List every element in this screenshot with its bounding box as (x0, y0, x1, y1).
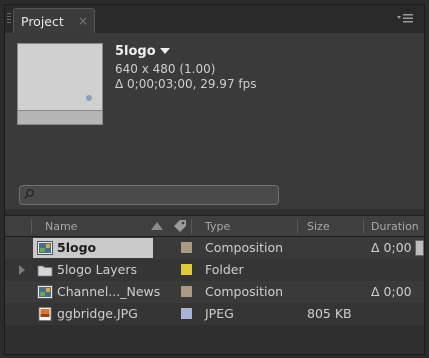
sort-ascending-icon[interactable] (151, 222, 163, 230)
item-size: 805 KB (307, 306, 352, 321)
item-type: Folder (205, 262, 244, 277)
tab-project[interactable]: Project × (13, 8, 95, 33)
info-duration-fps: Δ 0;00;03;00, 29.97 fps (115, 77, 257, 91)
label-color-swatch[interactable] (181, 286, 192, 297)
thumbnail-dot (86, 95, 92, 101)
tab-close-icon[interactable]: × (78, 14, 88, 28)
item-name: Channel..._News (57, 284, 161, 299)
panel-tab-bar: Project × (5, 5, 424, 34)
item-duration: Δ 0;00 (371, 284, 412, 299)
thumbnail-band (18, 110, 102, 124)
composition-icon (37, 285, 53, 299)
item-type: Composition (205, 240, 284, 255)
label-color-swatch[interactable] (181, 242, 192, 253)
composition-icon (37, 241, 53, 255)
search-input[interactable] (19, 185, 279, 205)
item-name: 5logo (57, 240, 97, 255)
column-header-row: Name Type Size Duration (5, 215, 424, 237)
column-header-type[interactable]: Type (205, 220, 230, 233)
item-name-cell[interactable]: ggbridge.JPG (33, 304, 153, 324)
info-item-name[interactable]: 5logo (115, 44, 156, 59)
scrollbar-thumb[interactable] (415, 240, 424, 256)
list-item[interactable]: Channel..._News Composition Δ 0;00 (5, 281, 424, 303)
column-separator (297, 219, 298, 234)
item-type: Composition (205, 284, 284, 299)
search-icon (24, 189, 34, 199)
composition-thumbnail (17, 43, 103, 125)
list-item[interactable]: 5logo Composition Δ 0;00 (5, 237, 424, 259)
label-color-swatch[interactable] (181, 264, 192, 275)
item-name: 5logo Layers (57, 262, 137, 277)
item-name-cell[interactable]: 5logo Layers (33, 260, 153, 280)
list-item[interactable]: ggbridge.JPG JPEG 805 KB (5, 303, 424, 325)
panel-menu-icon[interactable] (396, 12, 414, 26)
column-separator (363, 219, 364, 234)
item-info-area: 5logo 640 x 480 (1.00) Δ 0;00;03;00, 29.… (5, 33, 424, 209)
info-dimensions: 640 x 480 (1.00) (115, 62, 216, 76)
chevron-down-icon[interactable] (160, 48, 170, 54)
label-tag-icon[interactable] (171, 217, 189, 235)
list-item[interactable]: 5logo Layers Folder (5, 259, 424, 281)
tab-project-label: Project (21, 14, 64, 29)
item-name: ggbridge.JPG (57, 306, 138, 321)
expand-triangle-icon[interactable] (19, 265, 25, 275)
column-header-size[interactable]: Size (307, 220, 330, 233)
column-separator (31, 219, 32, 234)
column-header-name[interactable]: Name (45, 220, 77, 233)
folder-icon (37, 265, 53, 277)
column-header-duration[interactable]: Duration (371, 220, 419, 233)
item-type: JPEG (205, 306, 234, 321)
item-duration: Δ 0;00 (371, 240, 412, 255)
item-name-cell[interactable]: Channel..._News (33, 282, 160, 302)
item-name-cell[interactable]: 5logo (33, 238, 153, 258)
label-color-swatch[interactable] (181, 308, 192, 319)
panel-grip[interactable] (7, 13, 11, 25)
jpeg-file-icon (38, 307, 52, 321)
project-panel: Project × 5logo 640 x 480 (1.00) Δ 0;00;… (4, 4, 425, 355)
panel-footer (5, 325, 424, 354)
column-separator (191, 219, 192, 234)
